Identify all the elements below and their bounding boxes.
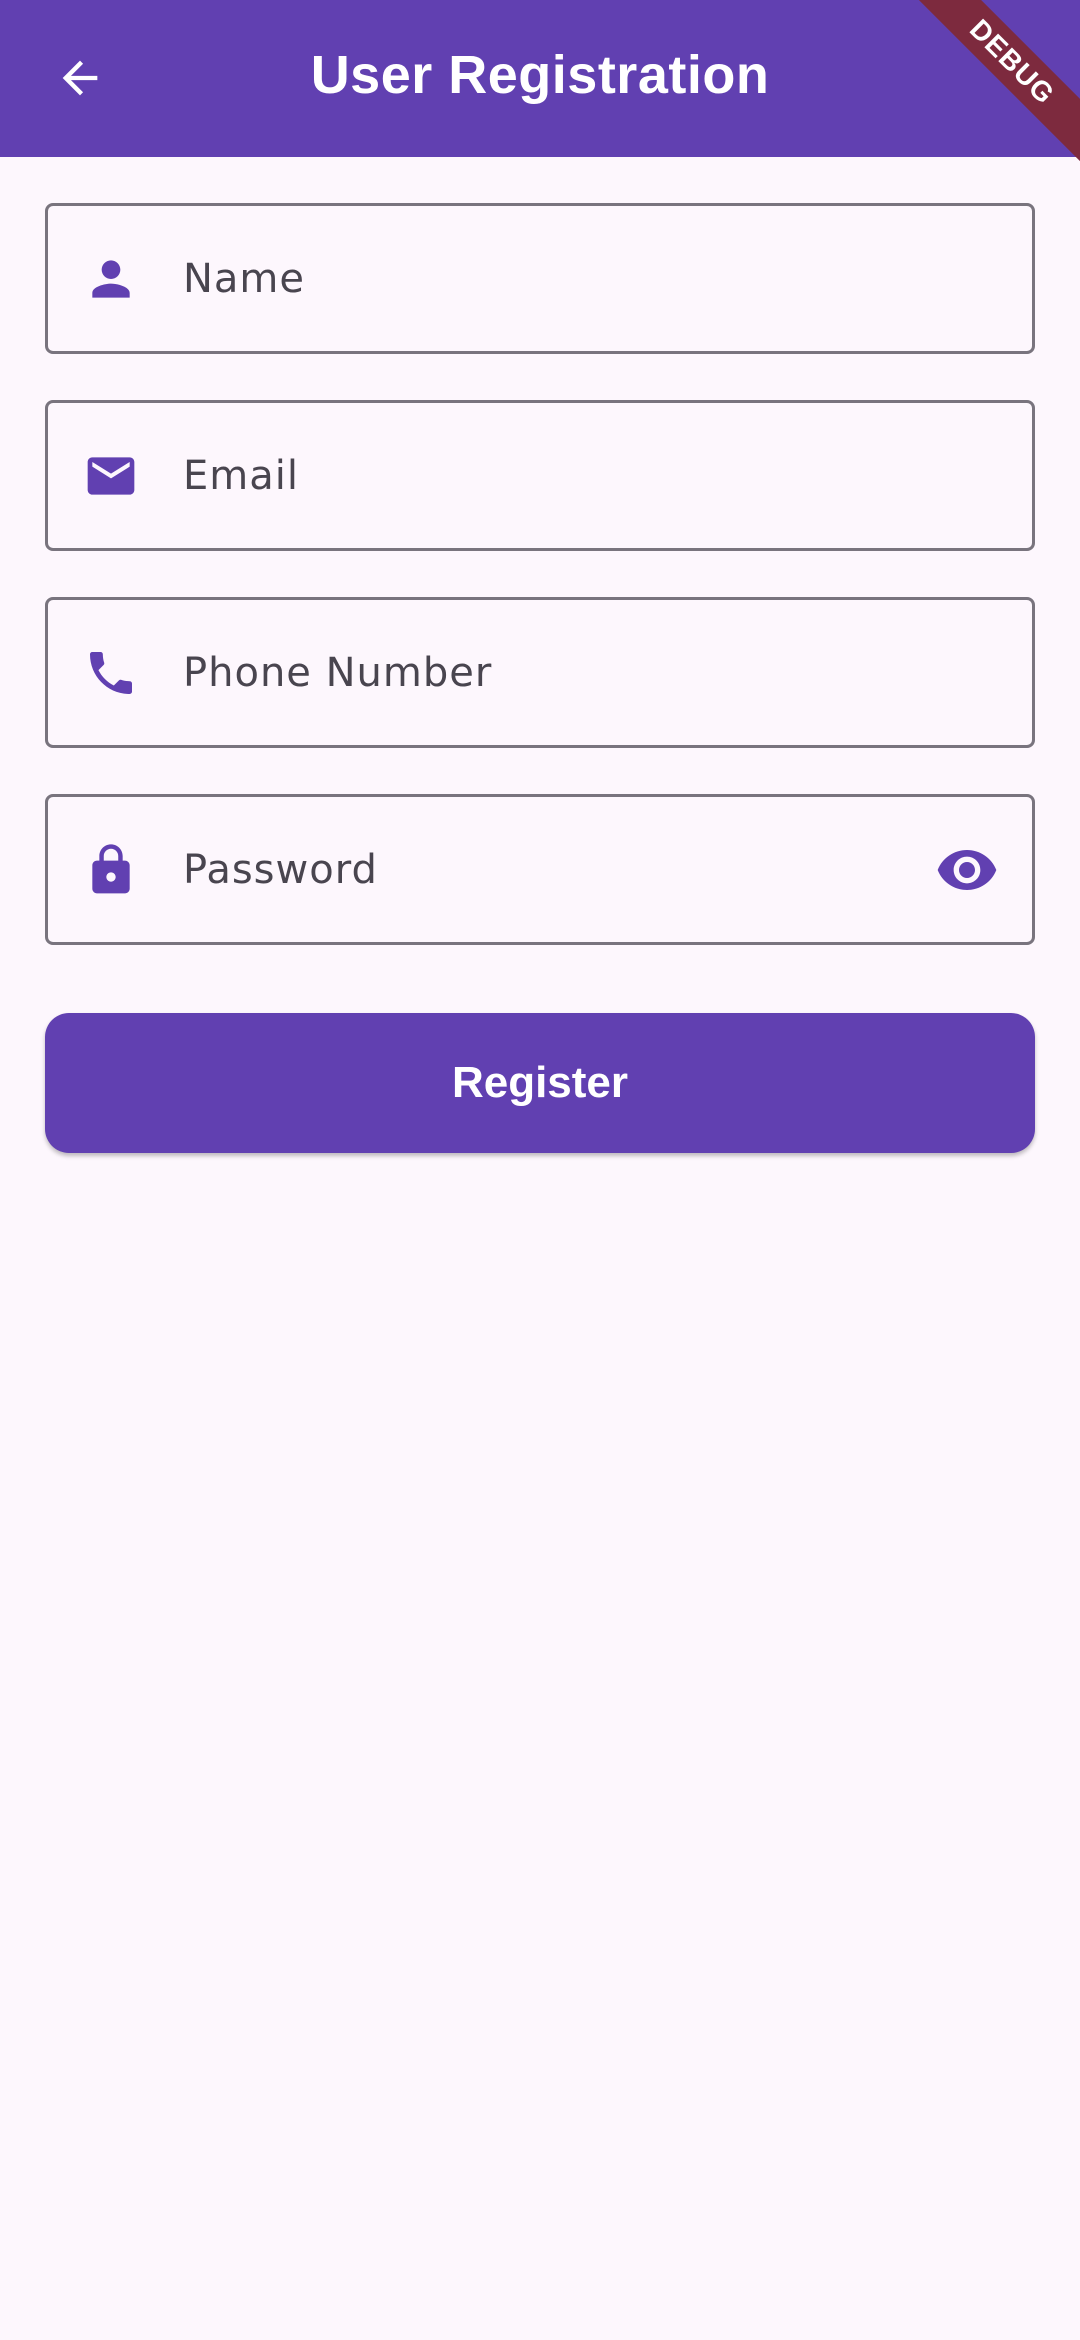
name-field-label: Name	[183, 255, 306, 302]
phone-icon	[83, 645, 139, 701]
name-field[interactable]: Name	[45, 203, 1035, 354]
password-field[interactable]: Password	[45, 794, 1035, 945]
register-button[interactable]: Register	[45, 1013, 1035, 1153]
phone-field-label: Phone Number	[183, 649, 493, 696]
visibility-eye-icon[interactable]	[935, 838, 999, 902]
registration-screen: User Registration DEBUG Name Email Phone…	[0, 0, 1080, 2340]
email-field-label: Email	[183, 452, 299, 499]
app-bar: User Registration	[0, 0, 1080, 157]
mail-icon	[83, 448, 139, 504]
password-field-label: Password	[183, 846, 378, 893]
page-title: User Registration	[310, 45, 770, 105]
person-icon	[83, 251, 139, 307]
registration-form: Name Email Phone Number Password	[45, 203, 1035, 991]
phone-field[interactable]: Phone Number	[45, 597, 1035, 748]
email-field[interactable]: Email	[45, 400, 1035, 551]
lock-icon	[83, 842, 139, 898]
